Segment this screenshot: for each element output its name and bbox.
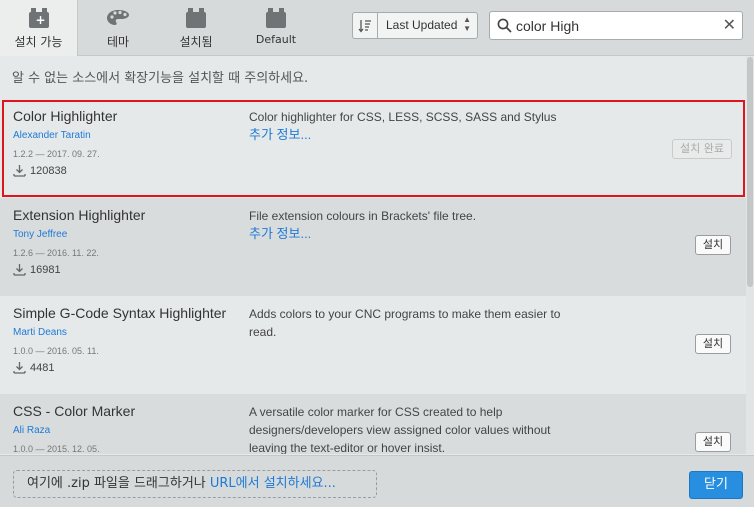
extension-description: A versatile color marker for CSS created… <box>249 403 579 454</box>
search-box[interactable]: ✕ <box>489 11 743 40</box>
tab-default[interactable]: Default <box>238 0 314 56</box>
header: + 설치 가능 테마 설치됨 Default Last Updated ▲▼ <box>0 0 754 56</box>
download-count: 4481 <box>13 361 54 374</box>
tab-label: 설치 가능 <box>14 35 63 49</box>
download-count-value: 4481 <box>30 361 55 374</box>
extension-row: Extension Highlighter Tony Jeffree 1.2.6… <box>0 198 746 296</box>
install-button[interactable]: 설치 <box>695 432 731 452</box>
installed-button: 설치 완료 <box>672 139 732 159</box>
download-icon <box>13 264 26 276</box>
tab-label: 테마 <box>106 35 130 49</box>
extension-name: CSS - Color Marker <box>13 403 136 419</box>
extension-author[interactable]: Tony Jeffree <box>13 229 67 240</box>
extension-author[interactable]: Marti Deans <box>13 327 67 338</box>
search-icon <box>497 18 512 33</box>
extension-author[interactable]: Ali Raza <box>13 425 50 436</box>
tab-themes[interactable]: 테마 <box>80 0 156 56</box>
description-text: Color highlighter for CSS, LESS, SCSS, S… <box>249 110 557 124</box>
extension-author[interactable]: Alexander Taratin <box>13 130 91 141</box>
extension-description: File extension colours in Brackets' file… <box>249 207 579 243</box>
install-button[interactable]: 설치 <box>695 334 731 354</box>
search-input[interactable] <box>516 16 716 36</box>
warning-text: 알 수 없는 소스에서 확장기능을 설치할 때 주의하세요. <box>12 71 309 86</box>
download-count-value: 16981 <box>30 263 61 276</box>
download-count-value: 120838 <box>30 164 67 177</box>
more-info-link[interactable]: 추가 정보... <box>249 126 579 144</box>
sort-select-label: Last Updated <box>386 18 458 32</box>
box-plus-icon: + <box>27 8 51 28</box>
more-info-link[interactable]: 추가 정보... <box>249 225 579 243</box>
extension-name: Simple G-Code Syntax Highlighter <box>13 305 227 321</box>
scrollbar-thumb[interactable] <box>747 57 753 287</box>
updown-caret-icon: ▲ ▼ <box>463 15 471 33</box>
sort-direction-button[interactable] <box>352 12 378 39</box>
drop-zone[interactable]: 여기에 .zip 파일을 드래그하거나 URL에서 설치하세요... <box>13 470 377 498</box>
extension-name: Extension Highlighter <box>13 207 146 223</box>
extension-row: Simple G-Code Syntax Highlighter Marti D… <box>0 296 746 394</box>
extension-version-date: 1.0.0 — 2016. 05. 11. <box>13 346 99 356</box>
download-icon <box>13 362 26 374</box>
download-icon <box>13 165 26 177</box>
drop-zone-text: 여기에 .zip 파일을 드래그하거나 <box>27 476 210 491</box>
sort-icon <box>358 19 371 33</box>
palette-icon <box>106 8 130 28</box>
download-count: 16981 <box>13 263 61 276</box>
tab-installed[interactable]: 설치됨 <box>158 0 234 56</box>
box-icon <box>184 8 208 28</box>
extension-row: CSS - Color Marker Ali Raza 1.0.0 — 2015… <box>0 394 746 454</box>
extension-row: Color Highlighter Alexander Taratin 1.2.… <box>0 99 746 197</box>
description-text: A versatile color marker for CSS created… <box>249 405 551 454</box>
close-button[interactable]: 닫기 <box>689 471 743 499</box>
extension-name: Color Highlighter <box>13 108 118 124</box>
extension-version-date: 1.2.2 — 2017. 09. 27. <box>13 149 100 159</box>
extension-list: Color Highlighter Alexander Taratin 1.2.… <box>0 99 746 454</box>
extension-version-date: 1.2.6 — 2016. 11. 22. <box>13 248 99 258</box>
sort-select[interactable]: Last Updated ▲ ▼ <box>377 12 478 39</box>
install-from-url-link[interactable]: URL에서 설치하세요... <box>210 476 336 491</box>
install-button[interactable]: 설치 <box>695 235 731 255</box>
box-icon <box>264 8 288 28</box>
description-text: Adds colors to your CNC programs to make… <box>249 307 561 339</box>
download-count: 120838 <box>13 164 67 177</box>
extension-version-date: 1.0.0 — 2015. 12. 05. <box>13 444 100 454</box>
extension-description: Adds colors to your CNC programs to make… <box>249 305 579 341</box>
tab-label: 설치됨 <box>179 35 213 49</box>
tab-available[interactable]: + 설치 가능 <box>0 0 78 56</box>
footer: 여기에 .zip 파일을 드래그하거나 URL에서 설치하세요... 닫기 <box>0 455 754 507</box>
description-text: File extension colours in Brackets' file… <box>249 209 477 223</box>
tab-label: Default <box>255 33 297 46</box>
clear-icon[interactable]: ✕ <box>723 15 736 34</box>
extension-description: Color highlighter for CSS, LESS, SCSS, S… <box>249 108 579 144</box>
